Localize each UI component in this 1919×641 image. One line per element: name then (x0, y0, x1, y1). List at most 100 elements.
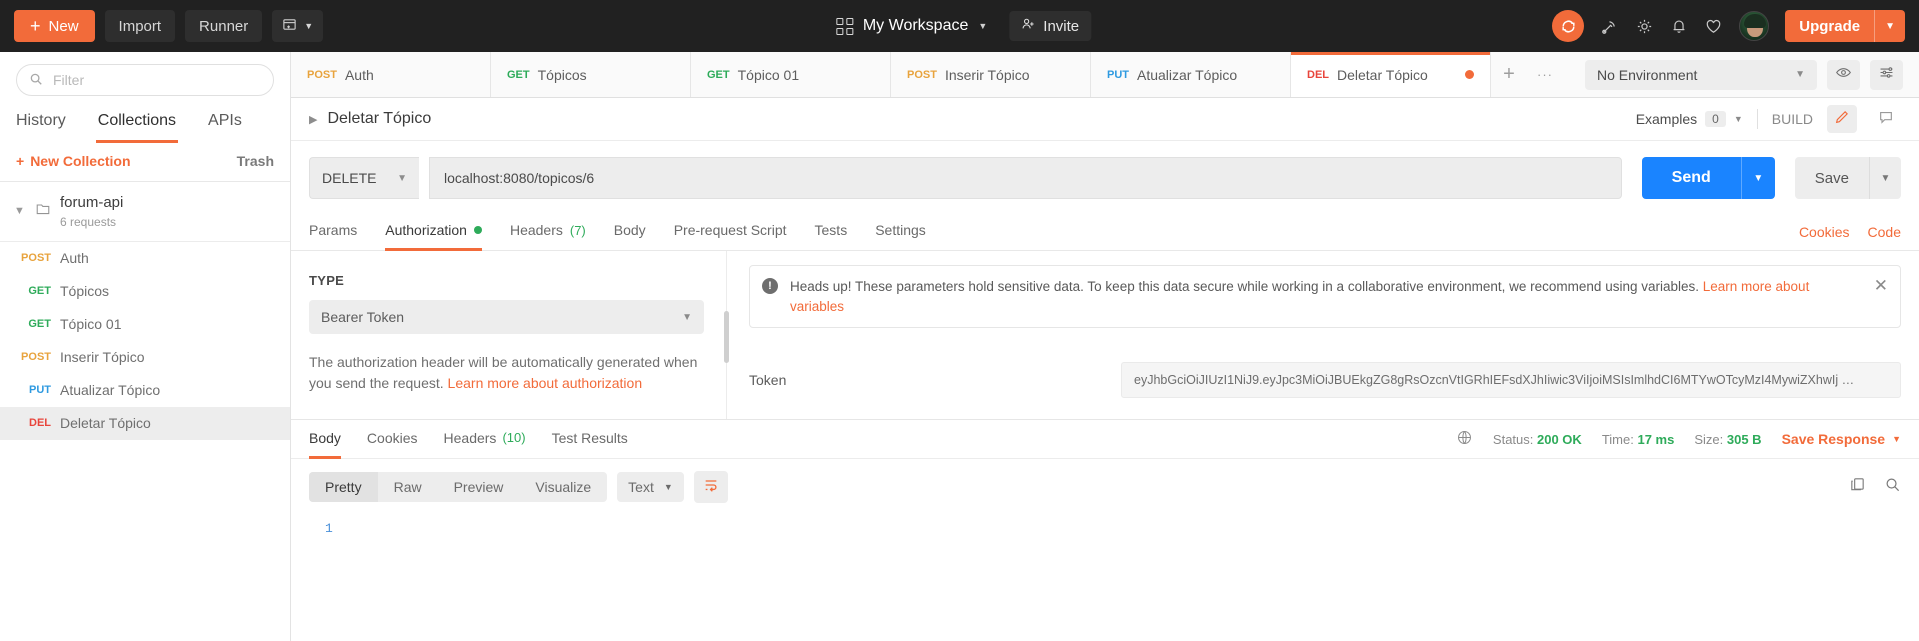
request-section-tabs: Params Authorization Headers (7) Body Pr… (291, 213, 1919, 251)
tab-settings[interactable]: Settings (875, 213, 926, 251)
wrap-lines-button[interactable] (693, 471, 728, 503)
token-label: Token (749, 372, 787, 389)
tab-label: Body (613, 222, 646, 238)
tab-body[interactable]: Body (614, 213, 646, 251)
method-selector[interactable]: DELETE ▼ (309, 157, 419, 199)
sidebar-request-topicos[interactable]: GET Tópicos (0, 275, 290, 308)
response-body-area[interactable]: 1 (291, 515, 1919, 641)
avatar[interactable] (1739, 11, 1770, 41)
tab-auth[interactable]: POST Auth (291, 52, 491, 97)
build-label[interactable]: BUILD (1772, 111, 1813, 127)
new-window-button[interactable]: ▼ (272, 10, 324, 42)
send-button[interactable]: Send (1641, 157, 1741, 199)
sidebar-request-inserir-topico[interactable]: POST Inserir Tópico (0, 341, 290, 374)
tab-authorization[interactable]: Authorization (385, 213, 482, 251)
tab-inserir-topico[interactable]: POST Inserir Tópico (891, 52, 1091, 97)
sidebar-tab-apis[interactable]: APIs (206, 104, 244, 143)
sidebar-tab-collections[interactable]: Collections (95, 104, 179, 143)
save-response-button[interactable]: Save Response ▼ (1782, 431, 1901, 447)
segment-pretty[interactable]: Pretty (309, 472, 378, 502)
edit-button[interactable] (1827, 105, 1857, 133)
upgrade-button[interactable]: Upgrade ▼ (1785, 10, 1905, 42)
search-icon (29, 72, 43, 89)
cookies-link[interactable]: Cookies (1799, 224, 1850, 240)
auth-type-column: TYPE Bearer Token ▼ The authorization he… (291, 251, 729, 419)
sidebar-tab-label: APIs (208, 112, 242, 129)
response-controls: Pretty Raw Preview Visualize Text ▼ (291, 459, 1919, 515)
response-tab-headers[interactable]: Headers (10) (444, 419, 526, 459)
tab-topicos[interactable]: GET Tópicos (491, 52, 691, 97)
new-button[interactable]: + New (14, 10, 95, 42)
sidebar-request-atualizar-topico[interactable]: PUT Atualizar Tópico (0, 374, 290, 407)
satellite-icon[interactable] (1600, 17, 1619, 36)
close-icon[interactable]: ✕ (1866, 277, 1888, 294)
save-button[interactable]: Save (1794, 157, 1869, 199)
segment-preview[interactable]: Preview (438, 472, 520, 502)
filter-box[interactable] (16, 64, 274, 96)
comment-button[interactable] (1871, 105, 1901, 133)
search-input[interactable] (53, 72, 261, 88)
response-format-selector[interactable]: Text ▼ (617, 472, 684, 502)
runner-button[interactable]: Runner (185, 10, 263, 42)
tab-pre-request-script[interactable]: Pre-request Script (674, 213, 787, 251)
sidebar-request-topico-01[interactable]: GET Tópico 01 (0, 308, 290, 341)
bell-icon[interactable] (1670, 17, 1688, 35)
segment-raw[interactable]: Raw (378, 472, 438, 502)
environment-selector[interactable]: No Environment ▼ (1585, 59, 1817, 90)
auth-type-selector[interactable]: Bearer Token ▼ (309, 300, 704, 334)
auth-details-column: ! Heads up! These parameters hold sensit… (727, 251, 1919, 419)
tab-tests[interactable]: Tests (815, 213, 848, 251)
environment-bar: No Environment ▼ (1569, 52, 1919, 97)
breadcrumb-actions: Examples 0 ▼ BUILD (1636, 105, 1901, 133)
new-collection-button[interactable]: + New Collection (16, 153, 131, 169)
gear-icon[interactable] (1635, 17, 1654, 36)
chevron-down-icon[interactable]: ▼ (1874, 10, 1905, 42)
copy-icon[interactable] (1849, 476, 1866, 498)
sidebar-request-auth[interactable]: POST Auth (0, 242, 290, 275)
heart-icon[interactable] (1704, 17, 1723, 36)
tab-method: PUT (1107, 68, 1129, 81)
save-options-button[interactable]: ▼ (1869, 157, 1901, 199)
tab-count: (10) (502, 430, 526, 445)
request-list: POST Auth GET Tópicos GET Tópico 01 POST… (0, 242, 290, 440)
chevron-right-icon[interactable]: ▶ (309, 113, 317, 126)
chevron-down-icon[interactable]: ▼ (14, 205, 26, 217)
url-input[interactable]: localhost:8080/topicos/6 (429, 157, 1622, 199)
response-tab-cookies[interactable]: Cookies (367, 419, 418, 459)
request-method: GET (28, 285, 51, 298)
sidebar-tab-history[interactable]: History (14, 104, 68, 143)
tab-deletar-topico[interactable]: DEL Deletar Tópico (1291, 52, 1491, 97)
segment-visualize[interactable]: Visualize (519, 472, 607, 502)
tab-topico-01[interactable]: GET Tópico 01 (691, 52, 891, 97)
sidebar-request-deletar-topico[interactable]: DEL Deletar Tópico (0, 406, 290, 440)
response-tab-body[interactable]: Body (309, 419, 341, 459)
response-tab-test-results[interactable]: Test Results (552, 419, 628, 459)
tab-label: Deletar Tópico (1337, 66, 1428, 83)
auth-type-value: Bearer Token (321, 309, 405, 325)
token-input[interactable]: eyJhbGciOiJIUzI1NiJ9.eyJpc3MiOiJBUEkgZG8… (1121, 362, 1901, 399)
tab-atualizar-topico[interactable]: PUT Atualizar Tópico (1091, 52, 1291, 97)
save-group: Save ▼ (1794, 157, 1901, 199)
request-tabs-right: Cookies Code (1799, 224, 1901, 240)
workspace-selector[interactable]: My Workspace ▼ (828, 11, 995, 41)
trash-button[interactable]: Trash (237, 153, 274, 169)
tab-params[interactable]: Params (309, 213, 357, 251)
environment-settings-button[interactable] (1870, 59, 1903, 90)
code-link[interactable]: Code (1868, 224, 1901, 240)
examples-dropdown[interactable]: Examples 0 ▼ (1636, 111, 1743, 127)
url-value: localhost:8080/topicos/6 (444, 170, 595, 186)
send-options-button[interactable]: ▼ (1740, 157, 1775, 199)
import-button[interactable]: Import (104, 10, 176, 42)
auth-help-link[interactable]: Learn more about authorization (448, 375, 643, 391)
sync-icon[interactable] (1552, 10, 1585, 42)
tab-options-button[interactable]: ··· (1527, 52, 1563, 97)
environment-quick-look-button[interactable] (1827, 59, 1860, 90)
collection-row[interactable]: ▼ forum-api 6 requests (0, 182, 290, 242)
runner-button-label: Runner (199, 17, 249, 35)
invite-button[interactable]: Invite (1009, 11, 1092, 41)
tab-headers[interactable]: Headers (7) (510, 213, 586, 251)
add-tab-button[interactable]: + (1491, 52, 1527, 97)
token-row: Token eyJhbGciOiJIUzI1NiJ9.eyJpc3MiOiJBU… (749, 362, 1901, 399)
tab-label: Authorization (385, 222, 467, 238)
search-icon[interactable] (1884, 476, 1901, 498)
